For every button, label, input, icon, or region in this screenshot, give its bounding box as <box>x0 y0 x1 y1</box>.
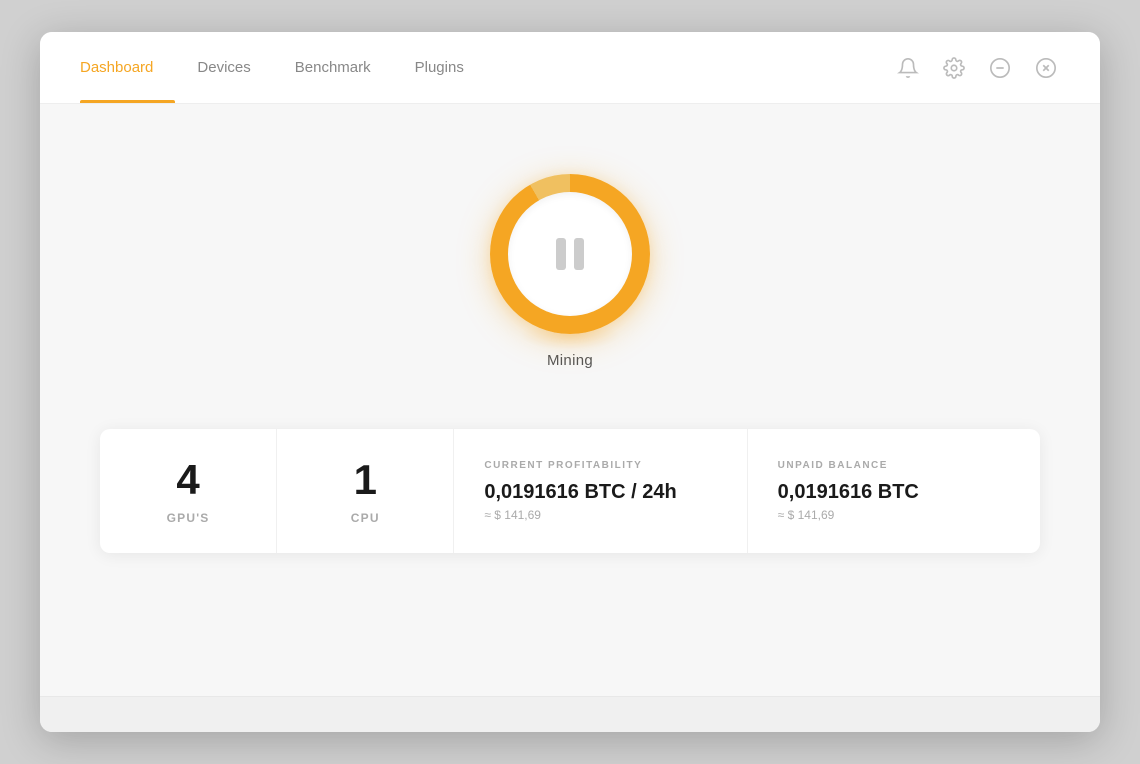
pause-icon <box>556 238 584 270</box>
main-content: Mining 4 GPU'S 1 CPU CURRENT PROFITABILI… <box>40 104 1100 696</box>
cpu-stat-card: 1 CPU <box>277 429 454 553</box>
gpu-count-label: GPU'S <box>167 511 210 525</box>
mining-inner <box>508 192 632 316</box>
profitability-sub-value: ≈ $ 141,69 <box>484 508 541 522</box>
close-icon[interactable] <box>1032 54 1060 82</box>
app-window: Dashboard Devices Benchmark Plugins <box>40 32 1100 732</box>
header: Dashboard Devices Benchmark Plugins <box>40 32 1100 104</box>
settings-icon[interactable] <box>940 54 968 82</box>
pause-bar-right <box>574 238 584 270</box>
tab-devices[interactable]: Devices <box>175 32 272 103</box>
profitability-card: CURRENT PROFITABILITY 0,0191616 BTC / 24… <box>454 429 747 553</box>
tab-dashboard[interactable]: Dashboard <box>80 32 175 103</box>
balance-title: UNPAID BALANCE <box>778 460 888 471</box>
profitability-main-value: 0,0191616 BTC / 24h <box>484 481 676 504</box>
pause-bar-left <box>556 238 566 270</box>
cpu-count-value: 1 <box>354 457 377 503</box>
mining-label: Mining <box>547 352 593 369</box>
bell-icon[interactable] <box>894 54 922 82</box>
gpu-stat-card: 4 GPU'S <box>100 429 277 553</box>
cpu-count-label: CPU <box>351 511 380 525</box>
bottom-bar <box>40 696 1100 732</box>
minimize-icon[interactable] <box>986 54 1014 82</box>
balance-sub-value: ≈ $ 141,69 <box>778 508 835 522</box>
balance-main-value: 0,0191616 BTC <box>778 481 919 504</box>
header-actions <box>894 54 1060 82</box>
nav-tabs: Dashboard Devices Benchmark Plugins <box>80 32 486 103</box>
mining-toggle-button[interactable] <box>490 174 650 334</box>
gpu-count-value: 4 <box>176 457 199 503</box>
stats-row: 4 GPU'S 1 CPU CURRENT PROFITABILITY 0,01… <box>100 429 1040 553</box>
tab-plugins[interactable]: Plugins <box>393 32 486 103</box>
tab-benchmark[interactable]: Benchmark <box>273 32 393 103</box>
mining-area: Mining <box>490 174 650 369</box>
balance-card: UNPAID BALANCE 0,0191616 BTC ≈ $ 141,69 <box>748 429 1040 553</box>
profitability-title: CURRENT PROFITABILITY <box>484 460 642 471</box>
mining-button-wrap <box>490 174 650 334</box>
